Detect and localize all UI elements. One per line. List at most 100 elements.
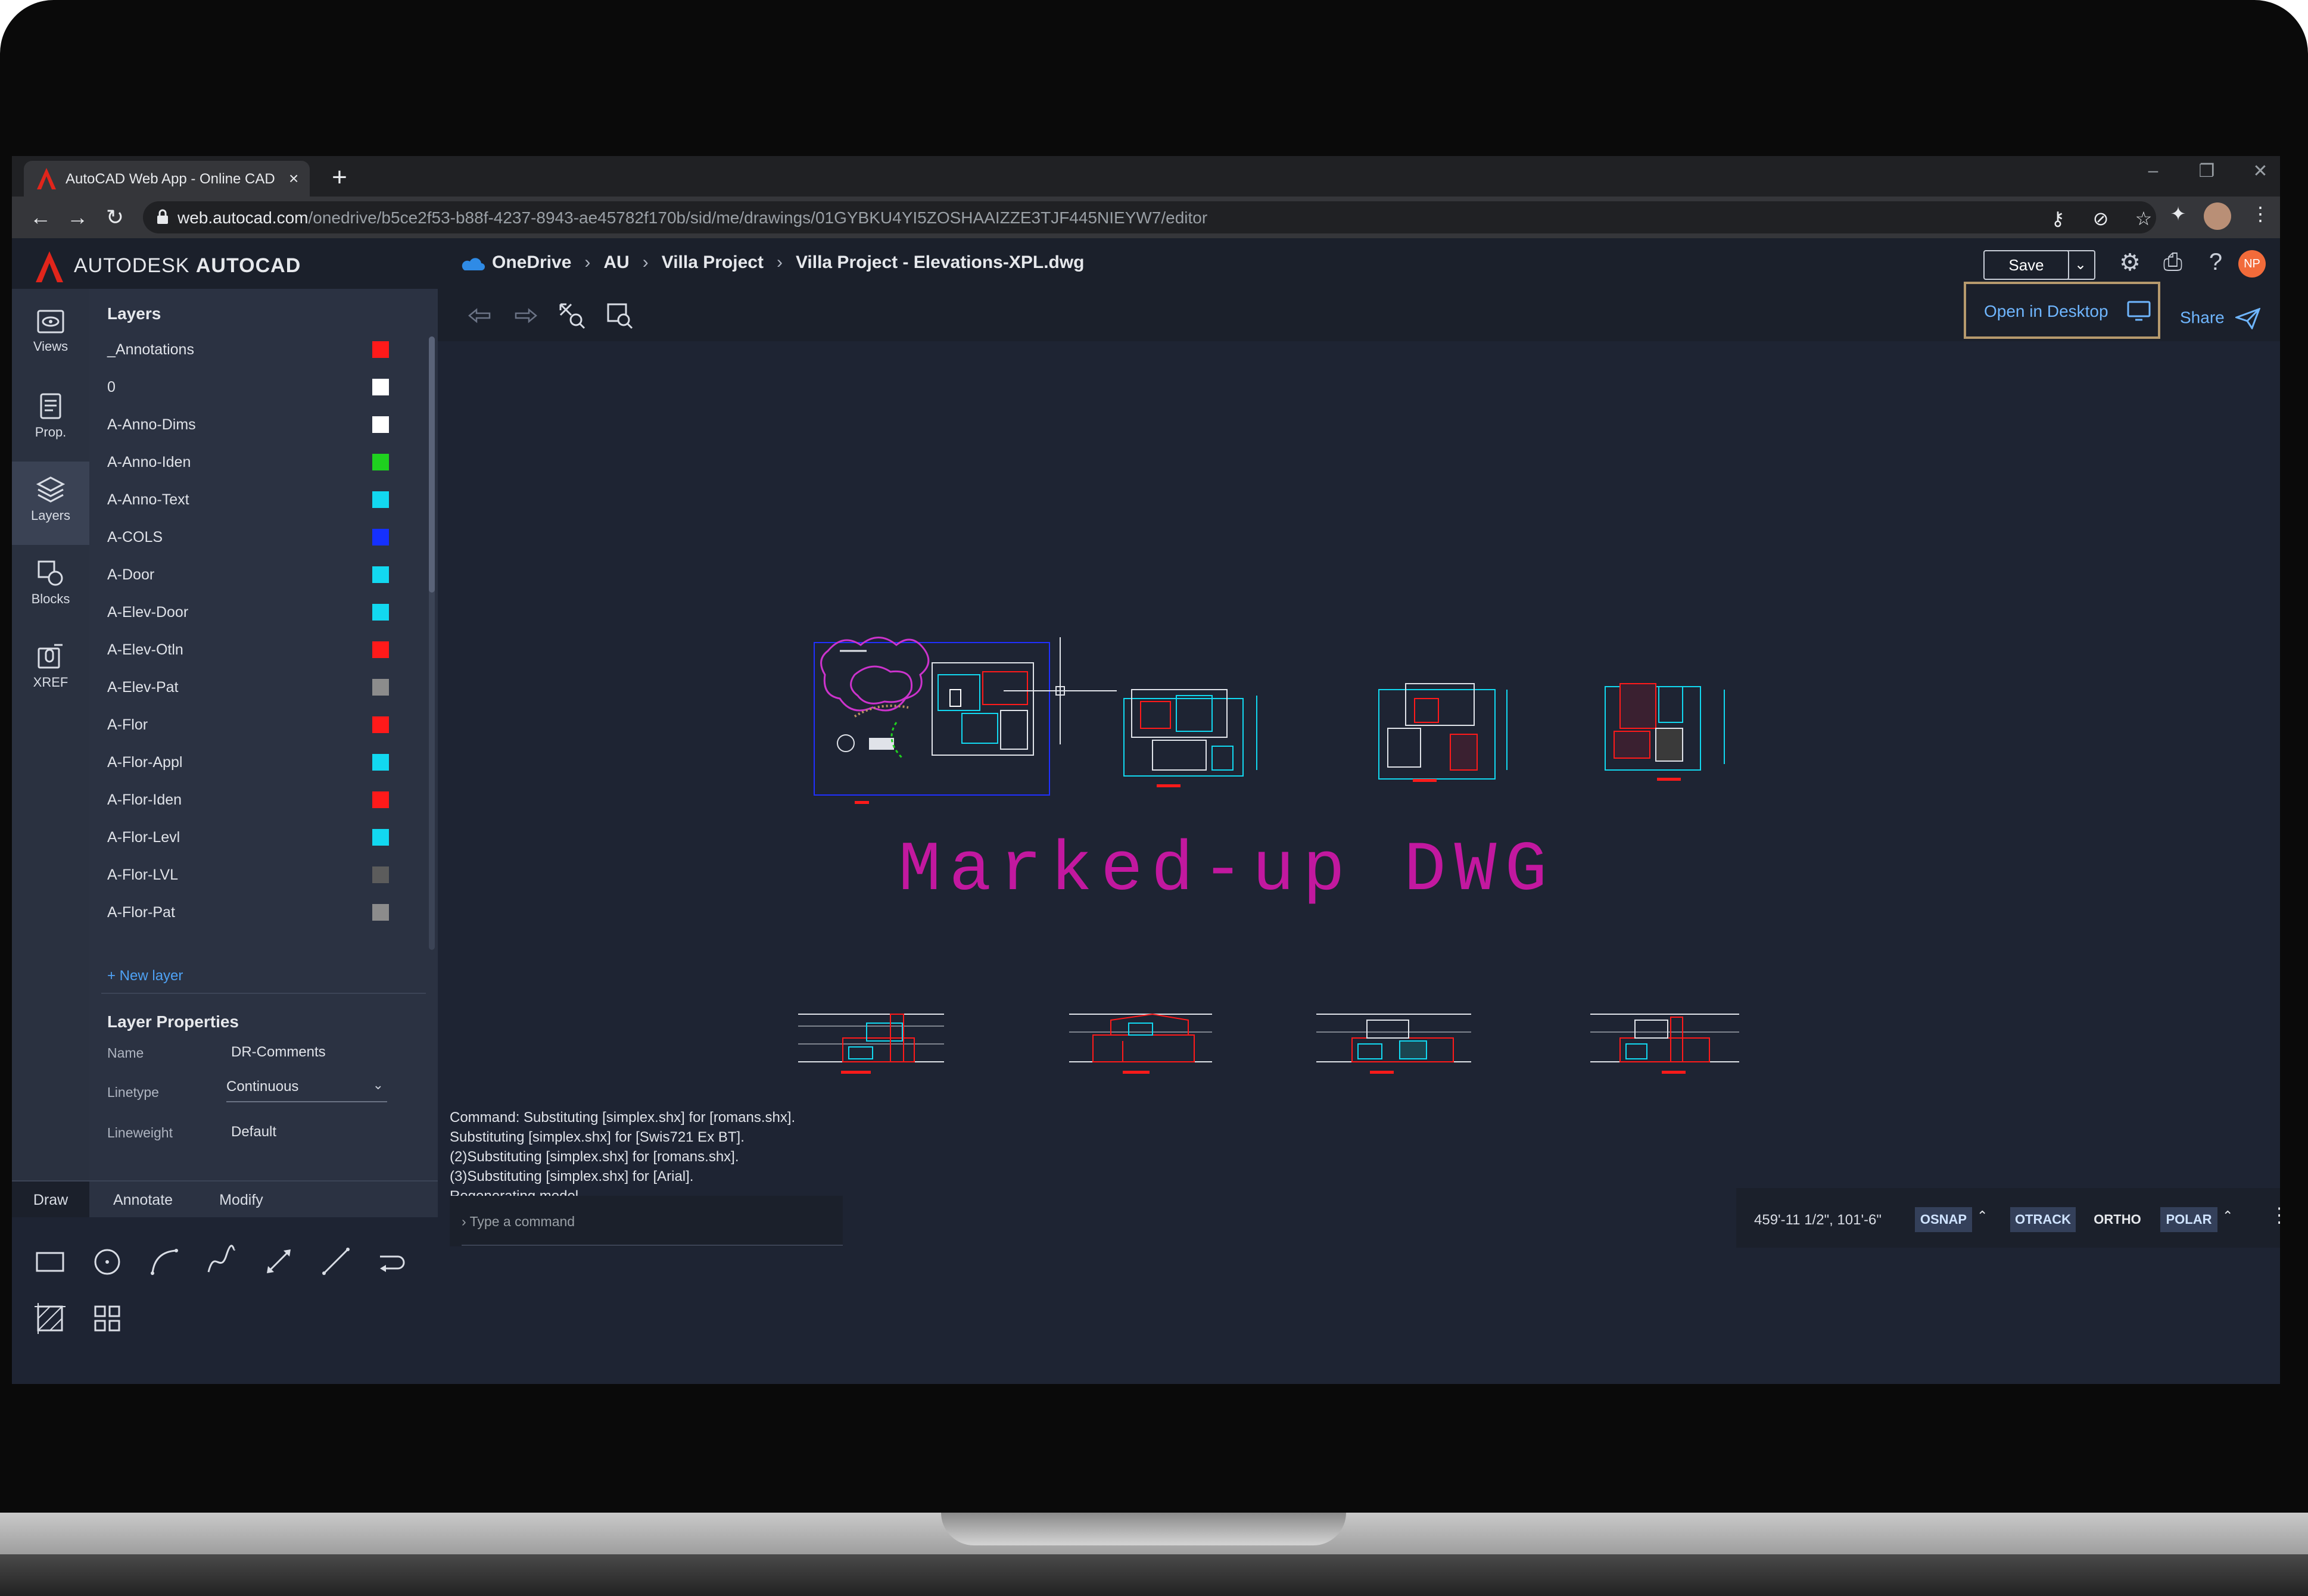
forward-icon[interactable]: → [61, 205, 94, 230]
layer-row[interactable]: _Annotations [89, 331, 429, 368]
layer-row[interactable]: A-Flor-Pat [89, 893, 429, 931]
polyline-tool-icon[interactable] [375, 1243, 411, 1279]
extensions-icon[interactable]: ✦ [2163, 202, 2193, 225]
new-layer-button[interactable]: + New layer [107, 968, 183, 984]
close-window-button[interactable]: ✕ [2240, 161, 2280, 182]
layer-row[interactable]: A-Flor-LVL [89, 856, 429, 893]
breadcrumb-villa-project[interactable]: Villa Project [662, 253, 764, 272]
layer-row[interactable]: A-Anno-Iden [89, 443, 429, 481]
layer-row[interactable]: A-Flor-Appl [89, 743, 429, 781]
user-avatar[interactable]: NP [2238, 250, 2266, 278]
layer-color-swatch[interactable] [372, 904, 389, 921]
key-icon[interactable]: ⚷ [2043, 207, 2073, 230]
address-bar[interactable]: web.autocad.com/onedrive/b5ce2f53-b88f-4… [143, 201, 2156, 233]
restore-button[interactable]: ❐ [2186, 161, 2228, 182]
polar-chevron-up-icon[interactable]: ⌃ [2222, 1208, 2233, 1224]
rail-item-properties[interactable]: Prop. [12, 378, 89, 462]
back-icon[interactable]: ← [24, 205, 57, 230]
layer-color-swatch[interactable] [372, 566, 389, 583]
brand-name: AUTODESK [74, 254, 190, 277]
layer-color-swatch[interactable] [372, 641, 389, 658]
layer-row[interactable]: A-Anno-Dims [89, 406, 429, 443]
redo-icon[interactable] [511, 301, 541, 331]
rail-label: XREF [33, 675, 68, 690]
layer-color-swatch[interactable] [372, 604, 389, 621]
autocad-logo[interactable]: AUTODESK AUTOCAD [36, 251, 301, 282]
layer-row[interactable]: A-COLS [89, 518, 429, 556]
app-header: AUTODESK AUTOCAD OneDrive › AU › Villa Proje… [12, 238, 2280, 290]
layer-row[interactable]: A-Elev-Otln [89, 631, 429, 668]
spline-tool-icon[interactable] [204, 1243, 239, 1279]
layer-color-swatch[interactable] [372, 491, 389, 508]
layer-row[interactable]: A-Flor-Iden [89, 781, 429, 818]
dwg-viewport[interactable]: Marked-up DWG [438, 341, 2280, 1193]
bookmark-star-icon[interactable]: ☆ [2129, 207, 2159, 230]
layer-color-swatch[interactable] [372, 341, 389, 358]
layer-color-swatch[interactable] [372, 866, 389, 883]
layer-color-swatch[interactable] [372, 791, 389, 808]
reload-icon[interactable]: ↻ [98, 205, 132, 230]
hatch-tool-icon[interactable] [32, 1301, 68, 1336]
browser-tab[interactable]: AutoCAD Web App - Online CAD × [24, 161, 310, 197]
rail-item-xref[interactable]: XREF [12, 628, 89, 712]
linetype-select[interactable]: Continuous ⌄ [226, 1075, 387, 1102]
layer-row[interactable]: A-Door [89, 556, 429, 593]
layer-row[interactable]: A-Elev-Pat [89, 668, 429, 706]
tracking-off-icon[interactable]: ⊘ [2086, 207, 2116, 230]
save-dropdown-chevron-icon[interactable]: ⌄ [2067, 250, 2095, 280]
layer-list-scroll-thumb[interactable] [429, 336, 435, 593]
otrack-toggle[interactable]: OTRACK [2010, 1207, 2076, 1232]
line-tool-icon[interactable] [318, 1243, 354, 1279]
rectangle-tool-icon[interactable] [32, 1243, 68, 1279]
layer-color-swatch[interactable] [372, 829, 389, 846]
rail-item-blocks[interactable]: Blocks [12, 545, 89, 628]
osnap-chevron-up-icon[interactable]: ⌃ [1977, 1208, 1988, 1224]
crosshair-cursor-icon [1004, 637, 1117, 744]
layer-row[interactable]: 0 [89, 368, 429, 406]
open-in-desktop-button[interactable]: Open in Desktop [1964, 282, 2160, 339]
circle-tool-icon[interactable] [89, 1243, 125, 1279]
print-icon[interactable]: ⎙ [2156, 249, 2189, 276]
layer-row[interactable]: A-Elev-Door [89, 593, 429, 631]
layer-color-swatch[interactable] [372, 754, 389, 771]
tab-close-icon[interactable]: × [289, 169, 298, 188]
osnap-toggle[interactable]: OSNAP [1915, 1207, 1972, 1232]
zoom-window-icon[interactable] [605, 301, 634, 331]
rail-item-views[interactable]: Views [12, 295, 89, 378]
profile-avatar[interactable] [2204, 202, 2231, 230]
tab-modify[interactable]: Modify [194, 1182, 289, 1218]
save-button[interactable]: Save [1983, 250, 2069, 280]
layer-color-swatch[interactable] [372, 716, 389, 733]
breadcrumb-onedrive[interactable]: OneDrive [492, 253, 571, 272]
zoom-extents-icon[interactable] [557, 301, 587, 331]
layer-color-swatch[interactable] [372, 416, 389, 433]
rail-item-layers[interactable]: Layers [12, 462, 89, 545]
layer-color-swatch[interactable] [372, 529, 389, 545]
settings-gear-icon[interactable]: ⚙ [2113, 249, 2147, 276]
arc-tool-icon[interactable] [147, 1243, 182, 1279]
status-menu-icon[interactable]: ⋮ [2269, 1204, 2280, 1227]
layer-row[interactable]: A-Flor [89, 706, 429, 743]
layer-color-swatch[interactable] [372, 679, 389, 696]
tab-draw[interactable]: Draw [12, 1182, 89, 1218]
polar-toggle[interactable]: POLAR [2160, 1207, 2217, 1232]
chrome-menu-icon[interactable]: ⋮ [2245, 202, 2275, 225]
layer-row[interactable]: A-Flor-Levl [89, 818, 429, 856]
lineweight-field[interactable]: Default [231, 1124, 276, 1140]
ortho-toggle[interactable]: ORTHO [2088, 1207, 2147, 1232]
array-tool-icon[interactable] [89, 1301, 125, 1336]
undo-icon[interactable] [465, 301, 494, 331]
breadcrumb-au[interactable]: AU [603, 253, 629, 272]
layer-color-swatch[interactable] [372, 454, 389, 470]
layer-color-swatch[interactable] [372, 379, 389, 395]
new-tab-button[interactable]: + [322, 161, 357, 194]
tab-annotate[interactable]: Annotate [95, 1182, 191, 1218]
layer-row[interactable]: A-Anno-Text [89, 481, 429, 518]
drawing-canvas[interactable]: Open in Desktop Share Marked-up DWG Comm… [438, 282, 2280, 1384]
help-icon[interactable]: ? [2199, 249, 2232, 276]
share-button[interactable]: Share [2180, 307, 2261, 331]
dimension-tool-icon[interactable] [261, 1243, 297, 1279]
layer-name-field[interactable]: DR-Comments [231, 1044, 326, 1061]
command-line-input[interactable]: › Type a command [450, 1196, 843, 1246]
minimize-button[interactable]: – [2132, 161, 2174, 181]
